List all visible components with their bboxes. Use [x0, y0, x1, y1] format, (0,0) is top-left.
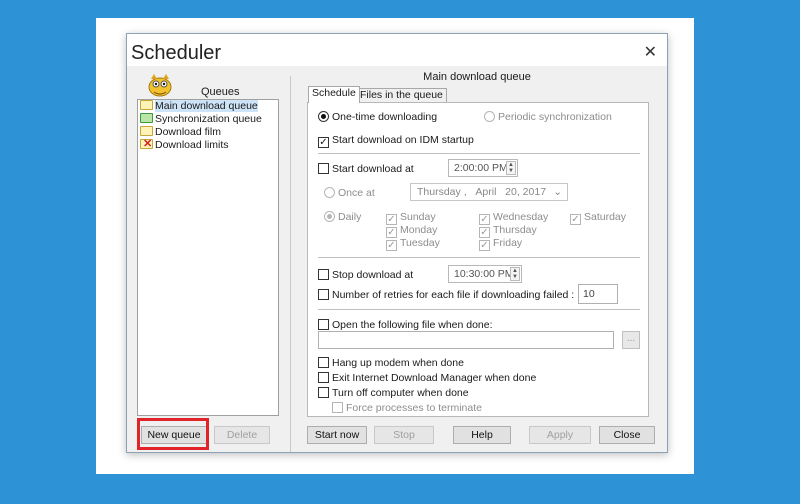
thursday-checkbox[interactable]: ✓ Thursday	[479, 224, 537, 238]
title-bar: Scheduler ✕	[127, 34, 667, 66]
divider	[318, 257, 640, 258]
sunday-checkbox[interactable]: ✓ Sunday	[386, 211, 436, 225]
idm-logo-icon	[148, 74, 172, 97]
one-time-radio[interactable]: One-time downloading	[318, 111, 437, 123]
window-title: Scheduler	[131, 42, 222, 64]
new-queue-highlight	[137, 418, 209, 450]
saturday-checkbox[interactable]: ✓ Saturday	[570, 211, 626, 225]
stop-time-input[interactable]: 10:30:00 PM ▲ ▼	[448, 265, 522, 283]
queue-title: Main download queue	[423, 71, 531, 83]
date-picker[interactable]: Thursday , April 20, 2017 ⌄	[410, 183, 568, 201]
browse-button[interactable]: ...	[622, 331, 640, 349]
folder-icon	[140, 126, 153, 136]
limits-icon: ✕	[140, 138, 153, 150]
time-spinner-icon[interactable]: ▲ ▼	[506, 161, 516, 175]
queue-item-film[interactable]: Download film	[138, 126, 278, 139]
queue-list[interactable]: Main download queue Synchronization queu…	[137, 99, 279, 416]
chevron-down-icon[interactable]: ⌄	[553, 184, 562, 200]
queue-item-main[interactable]: Main download queue	[138, 100, 278, 113]
time-spinner-icon[interactable]: ▲ ▼	[510, 267, 520, 281]
retries-input[interactable]: 10	[578, 284, 618, 304]
divider	[318, 153, 640, 154]
start-at-checkbox[interactable]: Start download at	[318, 163, 414, 175]
close-button[interactable]: Close	[599, 426, 655, 444]
open-file-checkbox[interactable]: Open the following file when done:	[318, 319, 493, 331]
hang-up-checkbox[interactable]: Hang up modem when done	[318, 357, 464, 369]
friday-checkbox[interactable]: ✓ Friday	[479, 237, 522, 251]
start-time-input[interactable]: 2:00:00 PM ▲ ▼	[448, 159, 518, 177]
open-file-path-input[interactable]	[318, 331, 614, 349]
tab-files-in-queue[interactable]: Files in the queue	[356, 88, 447, 103]
queues-header: Queues	[201, 86, 240, 98]
tab-schedule[interactable]: Schedule	[308, 86, 360, 103]
queue-item-sync[interactable]: Synchronization queue	[138, 113, 278, 126]
exit-idm-checkbox[interactable]: Exit Internet Download Manager when done	[318, 372, 536, 384]
pane-divider	[290, 76, 291, 452]
close-icon[interactable]: ✕	[644, 42, 657, 62]
folder-icon	[140, 100, 153, 110]
force-terminate-checkbox[interactable]: Force processes to terminate	[332, 402, 482, 414]
delete-queue-button[interactable]: Delete	[214, 426, 270, 444]
start-on-startup-checkbox[interactable]: ✓ Start download on IDM startup	[318, 134, 474, 148]
apply-button[interactable]: Apply	[529, 426, 591, 444]
queue-item-limits[interactable]: ✕ Download limits	[138, 138, 278, 152]
stop-at-checkbox[interactable]: Stop download at	[318, 269, 413, 281]
retries-checkbox[interactable]: Number of retries for each file if downl…	[318, 289, 574, 301]
daily-radio[interactable]: Daily	[324, 211, 361, 223]
once-at-radio[interactable]: Once at	[324, 187, 375, 199]
start-now-button[interactable]: Start now	[307, 426, 367, 444]
monday-checkbox[interactable]: ✓ Monday	[386, 224, 437, 238]
periodic-radio[interactable]: Periodic synchronization	[484, 111, 612, 123]
sync-folder-icon	[140, 113, 153, 123]
schedule-panel: One-time downloading Periodic synchroniz…	[307, 102, 649, 417]
wednesday-checkbox[interactable]: ✓ Wednesday	[479, 211, 548, 225]
divider	[318, 309, 640, 310]
tuesday-checkbox[interactable]: ✓ Tuesday	[386, 237, 440, 251]
help-button[interactable]: Help	[453, 426, 511, 444]
scheduler-dialog: Scheduler ✕ Queues Main download queue S…	[126, 33, 668, 453]
stop-button[interactable]: Stop	[374, 426, 434, 444]
turn-off-checkbox[interactable]: Turn off computer when done	[318, 387, 469, 399]
